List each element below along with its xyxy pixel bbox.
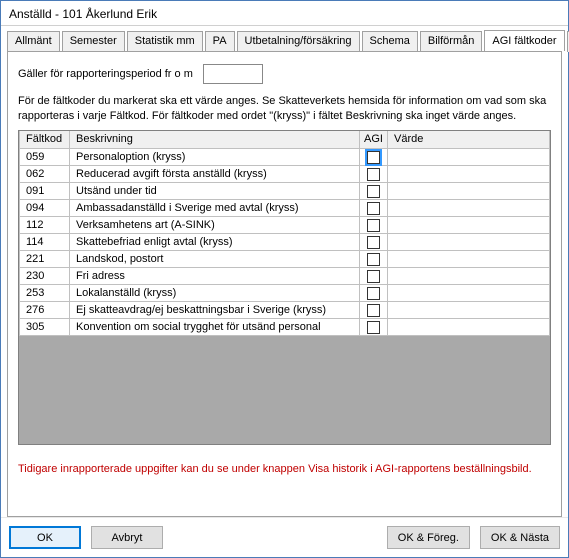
- tab-strip: AllmäntSemesterStatistik mmPAUtbetalning…: [1, 26, 568, 51]
- cell-desc[interactable]: Fri adress: [70, 268, 360, 285]
- cell-desc[interactable]: Lokalanställd (kryss): [70, 285, 360, 302]
- cell-desc[interactable]: Ej skatteavdrag/ej beskattningsbar i Sve…: [70, 302, 360, 319]
- grid-empty-area: [19, 336, 550, 444]
- cell-desc[interactable]: Verksamhetens art (A-SINK): [70, 217, 360, 234]
- cell-agi[interactable]: [360, 251, 388, 268]
- cell-desc[interactable]: Konvention om social trygghet för utsänd…: [70, 319, 360, 336]
- ok-button[interactable]: OK: [9, 526, 81, 549]
- grid-header-row: Fältkod Beskrivning AGI Värde: [20, 131, 550, 149]
- agi-checkbox[interactable]: [367, 253, 380, 266]
- period-input[interactable]: [203, 64, 263, 84]
- cell-agi[interactable]: [360, 302, 388, 319]
- table-row[interactable]: 221Landskod, postort: [20, 251, 550, 268]
- col-header-value[interactable]: Värde: [388, 131, 550, 149]
- cell-value[interactable]: [388, 149, 550, 166]
- cell-value[interactable]: [388, 217, 550, 234]
- cell-code[interactable]: 114: [20, 234, 70, 251]
- cell-desc[interactable]: Ambassadanställd i Sverige med avtal (kr…: [70, 200, 360, 217]
- agi-checkbox[interactable]: [367, 287, 380, 300]
- agi-checkbox[interactable]: [367, 168, 380, 181]
- cell-agi[interactable]: [360, 200, 388, 217]
- cell-desc[interactable]: Landskod, postort: [70, 251, 360, 268]
- cell-value[interactable]: [388, 251, 550, 268]
- table-row[interactable]: 059Personaloption (kryss): [20, 149, 550, 166]
- agi-checkbox[interactable]: [367, 219, 380, 232]
- table-row[interactable]: 305Konvention om social trygghet för uts…: [20, 319, 550, 336]
- cell-code[interactable]: 059: [20, 149, 70, 166]
- table-row[interactable]: 114Skattebefriad enligt avtal (kryss): [20, 234, 550, 251]
- tab-allm-nt[interactable]: Allmänt: [7, 31, 60, 52]
- tab-bilf-rm-n[interactable]: Bilförmån: [420, 31, 482, 52]
- cell-agi[interactable]: [360, 285, 388, 302]
- table-row[interactable]: 094Ambassadanställd i Sverige med avtal …: [20, 200, 550, 217]
- cell-agi[interactable]: [360, 268, 388, 285]
- cell-code[interactable]: 062: [20, 166, 70, 183]
- agi-checkbox[interactable]: [367, 270, 380, 283]
- tab-agi-f-ltkoder[interactable]: AGI fältkoder: [484, 30, 564, 51]
- table-row[interactable]: 091Utsänd under tid: [20, 183, 550, 200]
- table-row[interactable]: 230Fri adress: [20, 268, 550, 285]
- cell-value[interactable]: [388, 234, 550, 251]
- ok-next-button[interactable]: OK & Nästa: [480, 526, 560, 549]
- cell-agi[interactable]: [360, 234, 388, 251]
- window-title: Anställd - 101 Åkerlund Erik: [1, 1, 568, 26]
- tab-statistik-mm[interactable]: Statistik mm: [127, 31, 203, 52]
- history-hint: Tidigare inrapporterade uppgifter kan du…: [18, 463, 551, 475]
- cell-value[interactable]: [388, 268, 550, 285]
- tab-semester[interactable]: Semester: [62, 31, 125, 52]
- agi-checkbox[interactable]: [367, 304, 380, 317]
- agi-checkbox[interactable]: [367, 151, 380, 164]
- cell-agi[interactable]: [360, 183, 388, 200]
- agi-checkbox[interactable]: [367, 185, 380, 198]
- cell-agi[interactable]: [360, 319, 388, 336]
- cell-code[interactable]: 221: [20, 251, 70, 268]
- col-header-desc[interactable]: Beskrivning: [70, 131, 360, 149]
- table-row[interactable]: 112Verksamhetens art (A-SINK): [20, 217, 550, 234]
- cell-value[interactable]: [388, 319, 550, 336]
- cell-code[interactable]: 091: [20, 183, 70, 200]
- cell-value[interactable]: [388, 302, 550, 319]
- period-label: Gäller för rapporteringsperiod fr o m: [18, 68, 193, 80]
- cell-code[interactable]: 276: [20, 302, 70, 319]
- cell-code[interactable]: 112: [20, 217, 70, 234]
- table-row[interactable]: 062Reducerad avgift första anställd (kry…: [20, 166, 550, 183]
- tab-schema[interactable]: Schema: [362, 31, 418, 52]
- ok-prev-button[interactable]: OK & Föreg.: [387, 526, 470, 549]
- table-row[interactable]: 276Ej skatteavdrag/ej beskattningsbar i …: [20, 302, 550, 319]
- employee-window: Anställd - 101 Åkerlund Erik AllmäntSeme…: [0, 0, 569, 558]
- button-bar: OK Avbryt OK & Föreg. OK & Nästa: [1, 517, 568, 557]
- cell-desc[interactable]: Reducerad avgift första anställd (kryss): [70, 166, 360, 183]
- agi-checkbox[interactable]: [367, 236, 380, 249]
- cell-desc[interactable]: Skattebefriad enligt avtal (kryss): [70, 234, 360, 251]
- cell-value[interactable]: [388, 166, 550, 183]
- help-text: För de fältkoder du markerat ska ett vär…: [18, 94, 551, 124]
- table-row[interactable]: 253Lokalanställd (kryss): [20, 285, 550, 302]
- agi-checkbox[interactable]: [367, 202, 380, 215]
- col-header-code[interactable]: Fältkod: [20, 131, 70, 149]
- cell-code[interactable]: 094: [20, 200, 70, 217]
- cell-value[interactable]: [388, 200, 550, 217]
- tab-pa[interactable]: PA: [205, 31, 235, 52]
- cancel-button[interactable]: Avbryt: [91, 526, 163, 549]
- tab-utbetalning-f-rs-kring[interactable]: Utbetalning/försäkring: [237, 31, 360, 52]
- cell-value[interactable]: [388, 285, 550, 302]
- cell-desc[interactable]: Utsänd under tid: [70, 183, 360, 200]
- cell-agi[interactable]: [360, 149, 388, 166]
- cell-code[interactable]: 230: [20, 268, 70, 285]
- cell-desc[interactable]: Personaloption (kryss): [70, 149, 360, 166]
- cell-code[interactable]: 253: [20, 285, 70, 302]
- cell-value[interactable]: [388, 183, 550, 200]
- fieldcode-grid: Fältkod Beskrivning AGI Värde 059Persona…: [18, 130, 551, 446]
- agi-checkbox[interactable]: [367, 321, 380, 334]
- cell-agi[interactable]: [360, 166, 388, 183]
- cell-agi[interactable]: [360, 217, 388, 234]
- cell-code[interactable]: 305: [20, 319, 70, 336]
- col-header-agi[interactable]: AGI: [360, 131, 388, 149]
- tab-panel-agi: Gäller för rapporteringsperiod fr o m Fö…: [7, 51, 562, 517]
